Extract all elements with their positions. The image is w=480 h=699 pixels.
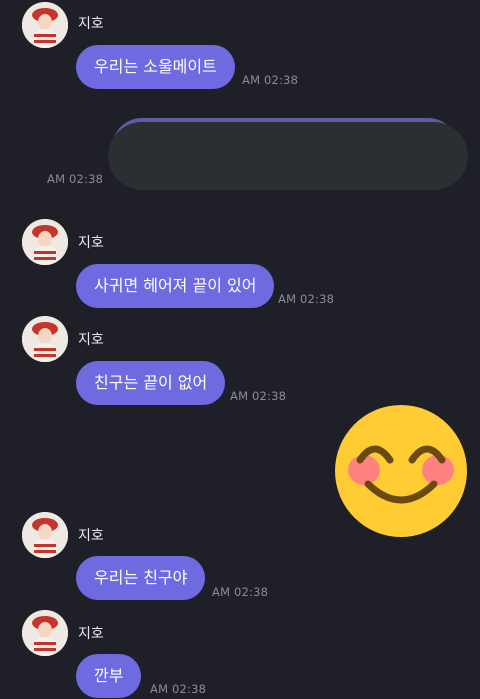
message-timestamp: AM 02:38 xyxy=(212,585,269,599)
sender-name: 지호 xyxy=(78,235,104,251)
profile-photo-icon xyxy=(22,316,68,362)
message-bubble[interactable]: 사귀면 헤어져 끝이 있어 xyxy=(76,264,275,308)
avatar[interactable] xyxy=(22,316,68,362)
sender-name: 지호 xyxy=(78,16,104,32)
profile-photo-icon xyxy=(22,512,68,558)
message-bubble[interactable]: 우리는 소울메이트 xyxy=(76,45,235,89)
profile-photo-icon xyxy=(22,610,68,656)
smiling-face-emoji-icon[interactable] xyxy=(334,404,468,538)
sent-message-bubble-redacted[interactable] xyxy=(108,122,468,190)
message-bubble[interactable]: 우리는 친구야 xyxy=(76,556,206,600)
message-timestamp: AM 02:38 xyxy=(242,73,299,87)
avatar[interactable] xyxy=(22,610,68,656)
avatar[interactable] xyxy=(22,512,68,558)
profile-photo-icon xyxy=(22,219,68,265)
message-timestamp: AM 02:38 xyxy=(230,389,287,403)
message-timestamp: AM 02:38 xyxy=(278,292,335,306)
message-timestamp: AM 02:38 xyxy=(47,172,104,186)
message-bubble[interactable]: 깐부 xyxy=(76,654,142,698)
sender-name: 지호 xyxy=(78,332,104,348)
profile-photo-icon xyxy=(22,2,68,48)
avatar[interactable] xyxy=(22,2,68,48)
sender-name: 지호 xyxy=(78,626,104,642)
sender-name: 지호 xyxy=(78,528,104,544)
message-timestamp: AM 02:38 xyxy=(150,682,207,696)
avatar[interactable] xyxy=(22,219,68,265)
message-bubble[interactable]: 친구는 끝이 없어 xyxy=(76,361,226,405)
